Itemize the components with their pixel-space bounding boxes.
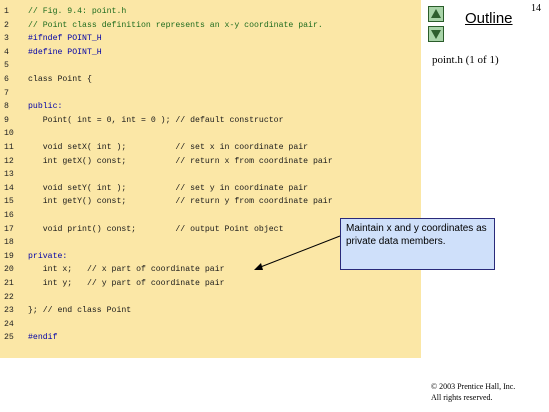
outline-up-button[interactable] — [428, 6, 444, 22]
code-text: void setY( int ); // set y in coordinate… — [28, 183, 309, 193]
file-caption: point.h (1 of 1) — [432, 54, 499, 66]
line-number: 15 — [4, 197, 14, 207]
code-text: int x; // x part of coordinate pair — [28, 265, 225, 275]
code-text: #endif — [28, 333, 58, 343]
line-number: 17 — [4, 224, 14, 234]
line-number: 10 — [4, 129, 14, 139]
line-number: 25 — [4, 333, 14, 343]
page-number: 14 — [531, 3, 541, 14]
line-number: 6 — [4, 75, 9, 84]
line-number: 2 — [4, 20, 9, 30]
code-panel: 1 // Fig. 9.4: point.h 2 // Point class def… — [0, 0, 421, 358]
line-number: 4 — [4, 47, 9, 57]
line-number: 1 — [4, 7, 9, 16]
copyright-line-1: © 2003 Prentice Hall, Inc. — [431, 382, 516, 391]
code-text: int getY() const; // return y from coord… — [28, 197, 333, 207]
code-text: class Point { — [28, 75, 92, 84]
copyright: © 2003 Prentice Hall, Inc. All rights re… — [431, 381, 515, 403]
code-text: private: — [28, 251, 68, 261]
code-text: int y; // y part of coordinate pair — [28, 279, 225, 288]
copyright-line-2: All rights reserved. — [431, 393, 493, 402]
triangle-up-icon — [431, 9, 441, 18]
code-text: #ifndef POINT_H — [28, 34, 102, 44]
line-number: 21 — [4, 279, 14, 288]
line-number: 12 — [4, 156, 14, 166]
outline-down-button[interactable] — [428, 26, 444, 42]
triangle-down-icon — [431, 30, 441, 39]
code-text: void setX( int ); // set x in coordinate… — [28, 143, 309, 152]
code-text: int getX() const; // return x from coord… — [28, 156, 333, 166]
code-text: // Fig. 9.4: point.h — [28, 7, 127, 16]
line-number: 20 — [4, 265, 14, 275]
code-text: }; // end class Point — [28, 306, 132, 316]
line-number: 8 — [4, 102, 9, 112]
code-text: Point( int = 0, int = 0 ); // default co… — [28, 115, 284, 125]
callout-box: Maintain x and y coordinates as private … — [340, 218, 495, 270]
code-text: public: — [28, 102, 63, 112]
code-text: // Point class definition represents an … — [28, 20, 323, 30]
line-number: 16 — [4, 211, 14, 220]
line-number: 11 — [4, 143, 14, 152]
line-number: 3 — [4, 34, 9, 44]
line-number: 23 — [4, 306, 14, 316]
line-number: 18 — [4, 238, 14, 248]
line-number: 5 — [4, 61, 9, 71]
code-text: #define POINT_H — [28, 47, 102, 57]
line-number: 7 — [4, 88, 9, 98]
line-number: 22 — [4, 292, 14, 302]
line-number: 9 — [4, 115, 9, 125]
line-number: 13 — [4, 170, 14, 180]
line-number: 14 — [4, 183, 14, 193]
outline-title[interactable]: Outline — [465, 10, 513, 27]
code-text: void print() const; // output Point obje… — [28, 224, 284, 234]
line-number: 19 — [4, 251, 14, 261]
line-number: 24 — [4, 319, 14, 329]
